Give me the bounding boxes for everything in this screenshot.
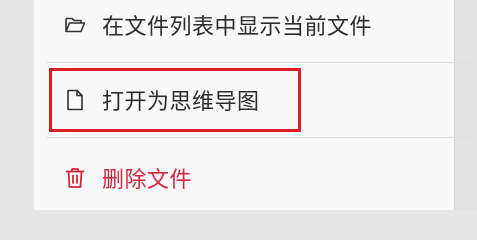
menu-item-label: 在文件列表中显示当前文件 <box>102 15 373 40</box>
menu-item-delete-file[interactable]: 删除文件 <box>34 151 455 205</box>
trash-icon <box>64 167 86 189</box>
menu-separator <box>46 137 472 138</box>
context-menu: 在文件列表中显示当前文件 打开为思维导图 删除文件 <box>34 0 472 210</box>
menu-item-show-in-file-list[interactable]: 在文件列表中显示当前文件 <box>34 0 455 52</box>
menu-separator <box>46 62 472 63</box>
background-panel <box>455 0 477 210</box>
folder-open-icon <box>64 14 86 36</box>
menu-item-label: 删除文件 <box>102 168 193 193</box>
menu-item-open-as-mindmap[interactable]: 打开为思维导图 <box>34 73 455 127</box>
menu-item-label: 打开为思维导图 <box>102 90 260 115</box>
file-icon <box>64 89 86 111</box>
